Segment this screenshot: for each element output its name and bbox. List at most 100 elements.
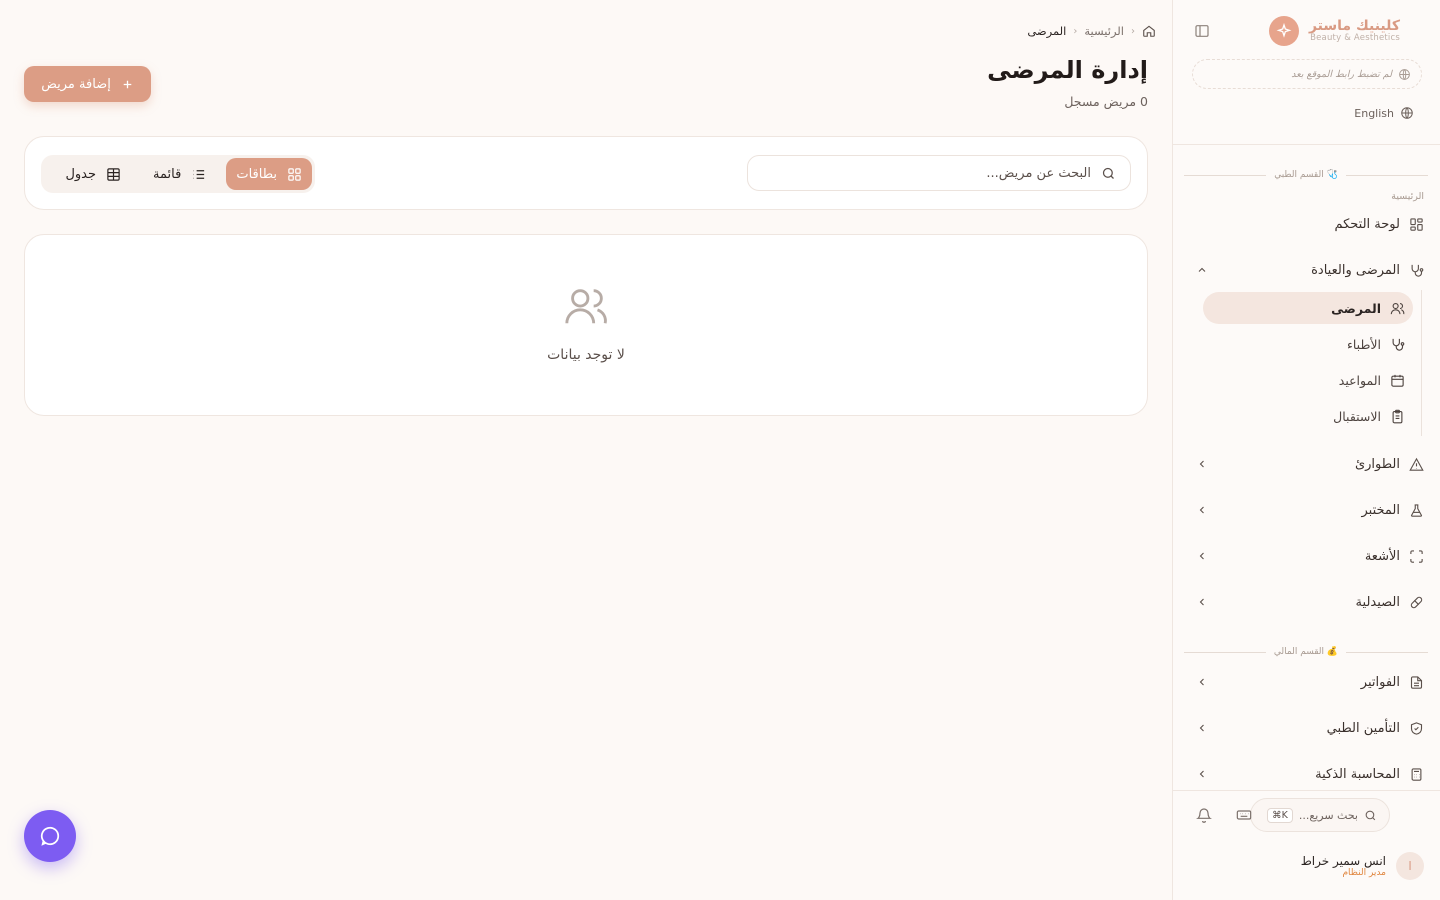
chevron-left-icon: [1196, 676, 1208, 688]
message-circle-icon: [39, 825, 61, 847]
stethoscope-icon: [1389, 336, 1405, 352]
users-icon: [563, 283, 609, 329]
chevron-left-icon: [1196, 768, 1208, 780]
user-info: انس سمير خراط مدير النظام: [1301, 854, 1386, 878]
breadcrumb-current: المرضى: [1027, 24, 1067, 38]
sidebar-item-label: التأمين الطبي: [1326, 720, 1400, 736]
view-list-button[interactable]: قائمة: [143, 158, 216, 190]
flask-icon: [1408, 502, 1424, 518]
divider: [1173, 144, 1440, 145]
user-name: انس سمير خراط: [1300, 854, 1386, 868]
user-profile[interactable]: ا انس سمير خراط مدير النظام: [1301, 852, 1424, 880]
sidebar-group-invoices[interactable]: الفواتير: [1192, 668, 1424, 696]
sidebar-toggle-icon[interactable]: [1193, 22, 1211, 40]
sidebar-item-label: الاستقبال: [1333, 408, 1381, 424]
sidebar-group-insurance[interactable]: التأمين الطبي: [1192, 714, 1424, 742]
chevron-left-icon: [1196, 458, 1208, 470]
sidebar-group-accounting[interactable]: المحاسبة الذكية: [1192, 760, 1424, 788]
toolbar-card: بطاقات قائمة جدول: [24, 136, 1148, 210]
chevron-left-icon: [1196, 722, 1208, 734]
chevron-up-icon: [1196, 264, 1208, 276]
add-patient-button[interactable]: إضافة مريض: [24, 66, 151, 102]
sidebar-item-label: المختبر: [1361, 502, 1401, 518]
breadcrumb-separator: ‹: [1131, 25, 1135, 37]
layout-grid-icon: [1408, 216, 1424, 232]
brand[interactable]: كلينيك ماستر Beauty & Aesthetics: [1268, 16, 1400, 46]
sidebar-item-dashboard[interactable]: لوحة التحكم: [1192, 210, 1424, 238]
sidebar-item-label: الأطباء: [1346, 336, 1381, 352]
globe-icon: [1400, 106, 1414, 120]
sidebar-item-label: الصيدلية: [1355, 594, 1400, 610]
stethoscope-icon: [1408, 262, 1424, 278]
breadcrumb-home[interactable]: الرئيسية: [1084, 24, 1124, 38]
sidebar-item-label: الفواتير: [1360, 674, 1400, 690]
sidebar-item-patients[interactable]: المرضى: [1203, 292, 1413, 324]
empty-state-card: لا توجد بيانات: [24, 234, 1148, 416]
section-title-medical-label: 🩺 القسم الطبي: [1274, 170, 1338, 180]
view-option-label: قائمة: [153, 166, 182, 182]
sidebar-item-reception[interactable]: الاستقبال: [1203, 400, 1413, 432]
users-icon: [1389, 300, 1405, 316]
sidebar-item-label: الأشعة: [1364, 548, 1400, 564]
alert-triangle-icon: [1408, 456, 1424, 472]
search-icon: [1364, 809, 1377, 822]
view-option-label: جدول: [65, 166, 97, 182]
section-title-finance: 💰 القسم المالي: [1184, 647, 1428, 657]
divider: [1173, 790, 1440, 791]
breadcrumb-separator: ‹: [1073, 25, 1078, 37]
chevron-left-icon: [1196, 504, 1208, 516]
sidebar-item-label: المحاسبة الذكية: [1315, 766, 1400, 782]
chat-button[interactable]: [24, 810, 76, 862]
clipboard-icon: [1389, 408, 1405, 424]
breadcrumb: ‹ الرئيسية ‹ المرضى: [1027, 24, 1156, 38]
table-icon: [106, 167, 121, 182]
sidebar-item-doctors[interactable]: الأطباء: [1203, 328, 1413, 360]
brand-text: كلينيك ماستر Beauty & Aesthetics: [1308, 17, 1400, 44]
avatar: ا: [1396, 852, 1424, 880]
sidebar-group-emergency[interactable]: الطوارئ: [1192, 450, 1424, 478]
brand-name: كلينيك ماستر: [1308, 17, 1400, 34]
user-role: مدير النظام: [1342, 868, 1386, 878]
sidebar-item-label: الطوارئ: [1354, 456, 1400, 472]
language-switch[interactable]: English: [1354, 106, 1414, 120]
home-caption: الرئيسية: [1391, 191, 1424, 202]
app-root: كلينيك ماستر Beauty & Aesthetics لم تضبط…: [0, 0, 1440, 900]
patient-count: 0 مريض مسجل: [1064, 94, 1148, 109]
view-toggle: بطاقات قائمة جدول: [41, 155, 315, 193]
section-title-finance-label: 💰 القسم المالي: [1273, 647, 1339, 657]
sidebar-group-lab[interactable]: المختبر: [1192, 496, 1424, 524]
chevron-left-icon: [1196, 550, 1208, 562]
site-link-text: لم تضبط رابط الموقع بعد: [1291, 68, 1392, 80]
sidebar-item-label: المرضى: [1331, 300, 1381, 316]
sidebar-group-pharmacy[interactable]: الصيدلية: [1192, 588, 1424, 616]
keyboard-shortcut: ⌘K: [1267, 807, 1293, 823]
sidebar-item-label: المواعيد: [1338, 372, 1381, 388]
view-cards-button[interactable]: بطاقات: [226, 158, 312, 190]
calendar-icon: [1389, 372, 1405, 388]
view-table-button[interactable]: جدول: [55, 158, 131, 190]
search-input[interactable]: [791, 165, 1091, 181]
view-option-label: بطاقات: [236, 166, 277, 182]
quick-search-label: بحث سريع...: [1298, 808, 1358, 822]
keyboard-icon[interactable]: [1235, 806, 1253, 824]
bell-icon[interactable]: [1195, 806, 1213, 824]
patients-submenu: المرضى الأطباء المواعيد الاستقبال: [1192, 290, 1422, 436]
scan-icon: [1408, 548, 1424, 564]
sidebar-group-radiology[interactable]: الأشعة: [1192, 542, 1424, 570]
patient-search[interactable]: [747, 155, 1131, 191]
calculator-icon: [1408, 766, 1424, 782]
sparkle-icon: [1268, 16, 1299, 46]
section-title-medical: 🩺 القسم الطبي: [1184, 170, 1428, 180]
home-icon[interactable]: [1142, 24, 1156, 38]
quick-search-button[interactable]: بحث سريع... ⌘K: [1250, 798, 1390, 832]
sidebar-item-appointments[interactable]: المواعيد: [1203, 364, 1413, 396]
add-patient-label: إضافة مريض: [41, 76, 111, 92]
brand-subtitle: Beauty & Aesthetics: [1310, 33, 1400, 44]
file-text-icon: [1408, 674, 1424, 690]
sidebar-item-label: لوحة التحكم: [1334, 216, 1400, 232]
sidebar: كلينيك ماستر Beauty & Aesthetics لم تضبط…: [1172, 0, 1440, 900]
globe-icon: [1398, 68, 1411, 81]
sidebar-group-patients[interactable]: المرضى والعيادة: [1192, 256, 1424, 284]
site-link-notice[interactable]: لم تضبط رابط الموقع بعد: [1192, 59, 1422, 89]
search-icon: [1101, 166, 1116, 181]
